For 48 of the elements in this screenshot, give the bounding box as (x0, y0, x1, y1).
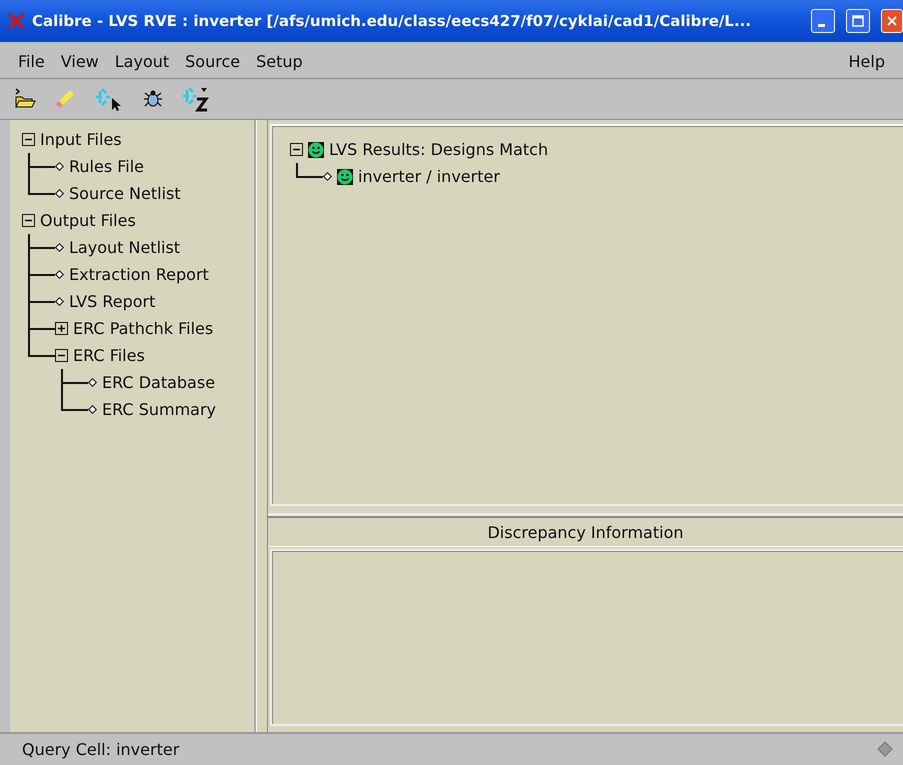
tree-item[interactable]: ERC Files (73, 346, 145, 365)
zoom-icon[interactable] (180, 85, 210, 113)
tree-item[interactable]: Layout Netlist (69, 238, 180, 257)
diamond-icon (55, 189, 64, 198)
tree-item[interactable]: Output Files (40, 211, 136, 230)
tree-item[interactable]: ERC Database (102, 373, 216, 392)
diamond-icon (55, 162, 64, 171)
tree-item[interactable]: LVS Results: Designs Match (329, 140, 548, 159)
menu-item[interactable]: Setup (250, 50, 309, 72)
maximize-button[interactable] (846, 9, 870, 33)
folder-icon[interactable] (14, 88, 36, 110)
collapse-icon[interactable] (55, 349, 68, 362)
pane-splitter[interactable] (256, 120, 268, 732)
close-button[interactable] (881, 9, 903, 33)
diamond-icon (55, 270, 64, 279)
tree-item[interactable]: Source Netlist (69, 184, 181, 203)
minimize-icon (818, 24, 825, 26)
minimize-button[interactable] (811, 9, 835, 33)
close-icon (886, 15, 898, 27)
tree-item[interactable]: Input Files (40, 130, 122, 149)
maximize-icon (852, 15, 864, 27)
diamond-icon (88, 405, 97, 414)
diamond-icon (88, 378, 97, 387)
collapse-icon[interactable] (22, 133, 35, 146)
smiley-icon (308, 142, 324, 158)
menu-item[interactable]: File (12, 50, 51, 72)
expand-icon[interactable] (55, 322, 68, 335)
collapse-icon[interactable] (290, 143, 303, 156)
menu-item[interactable]: Help (842, 50, 891, 72)
collapse-icon[interactable] (22, 214, 35, 227)
diamond-icon (55, 297, 64, 306)
tree-item[interactable]: ERC Pathchk Files (73, 319, 214, 338)
window-title: Calibre - LVS RVE : inverter [/afs/umich.edu/class/eecs427/f07/cyklai/cad1/Calibre/L... (32, 12, 752, 30)
status-text: Query Cell: inverter (22, 740, 180, 758)
panel-header: Discrepancy Information (487, 522, 684, 542)
menu-item[interactable]: Layout (108, 50, 176, 72)
tree-item[interactable]: ERC Summary (102, 400, 216, 419)
diamond-icon (323, 172, 332, 181)
app-icon (8, 13, 24, 29)
tree-item[interactable]: Rules File (69, 157, 144, 176)
smiley-icon (337, 168, 353, 184)
menu-item[interactable]: Source (179, 50, 246, 72)
tree-item[interactable]: LVS Report (69, 292, 156, 311)
diamond-icon (877, 741, 893, 757)
tree-item[interactable]: Extraction Report (69, 265, 209, 284)
diamond-icon (55, 243, 64, 252)
menu-item[interactable]: View (54, 50, 105, 72)
tree-item[interactable]: inverter / inverter (358, 167, 500, 186)
